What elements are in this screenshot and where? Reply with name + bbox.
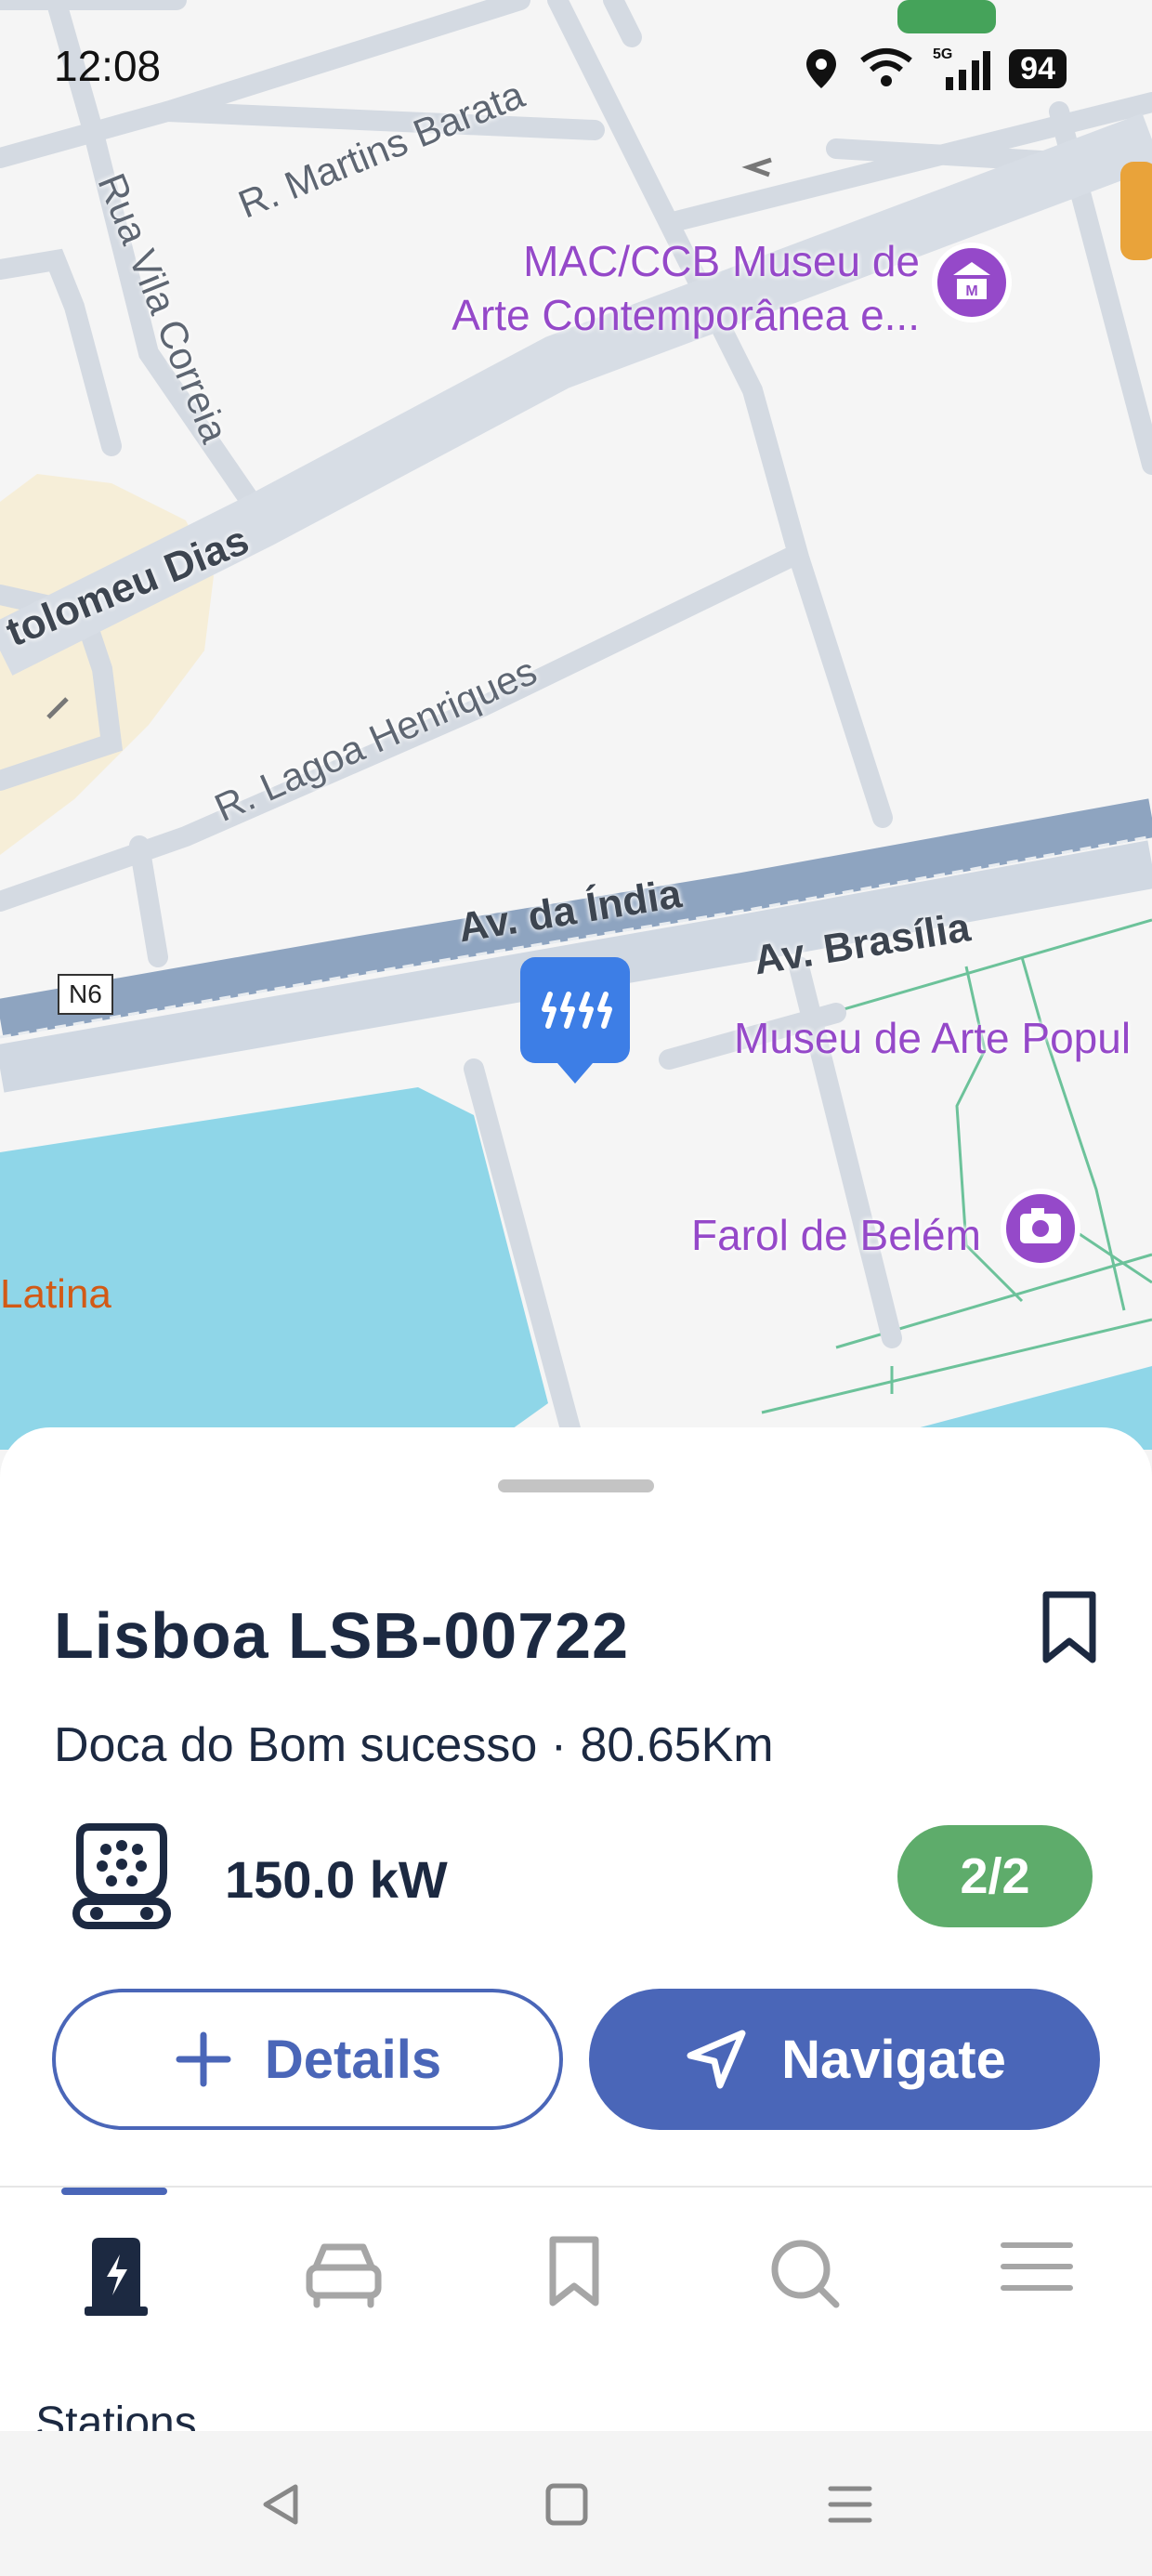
tab-menu[interactable]: [962, 2234, 1111, 2364]
system-navigation-bar: [0, 2431, 1152, 2576]
station-name: Lisboa LSB-00722: [54, 1599, 629, 1672]
sheet-drag-handle[interactable]: [498, 1479, 654, 1492]
wifi-icon: [860, 48, 912, 86]
navigate-button-label: Navigate: [781, 2029, 1006, 2090]
svg-text:5G: 5G: [933, 46, 952, 62]
home-icon[interactable]: [544, 2481, 589, 2528]
poi-label-latina: Latina: [0, 1271, 111, 1317]
tab-search[interactable]: [730, 2234, 879, 2364]
back-icon[interactable]: [258, 2481, 303, 2528]
car-icon: [306, 2243, 382, 2308]
signal-icon: 5G: [933, 46, 991, 90]
recents-icon[interactable]: [827, 2481, 873, 2528]
tab-vehicles[interactable]: [269, 2234, 418, 2364]
poi-label-mac-ccb[interactable]: MAC/CCB Museu de Arte Contemporânea e...: [452, 234, 920, 342]
navigation-arrow-icon: [687, 2030, 746, 2089]
status-icons: 5G 94: [803, 43, 1067, 95]
bookmark-icon[interactable]: [1029, 1587, 1109, 1667]
svg-text:M: M: [965, 283, 977, 299]
search-icon: [771, 2240, 840, 2308]
location-icon: [806, 49, 837, 88]
poi-label-line: MAC/CCB Museu de: [523, 237, 920, 285]
ccs-connector-icon: [72, 1823, 171, 1929]
station-power: 150.0 kW: [225, 1850, 448, 1909]
camera-icon: [1001, 1189, 1080, 1268]
menu-icon: [1001, 2242, 1073, 2291]
station-location: Doca do Bom sucesso · 80.65Km: [54, 1718, 774, 1772]
charging-station-icon: [85, 2238, 148, 2316]
battery-indicator: 94: [1009, 49, 1067, 88]
bottom-tab-bar: Stations: [0, 2186, 1152, 2448]
status-time: 12:08: [54, 42, 162, 90]
plus-icon: [176, 2031, 231, 2087]
road-number-badge: N6: [58, 974, 113, 1015]
details-button[interactable]: Details: [52, 1989, 563, 2130]
navigate-button[interactable]: Navigate: [589, 1989, 1100, 2130]
details-button-label: Details: [264, 2029, 442, 2090]
active-tab-indicator: [61, 2188, 167, 2195]
availability-badge: 2/2: [897, 1825, 1093, 1927]
tab-stations[interactable]: Stations: [35, 2234, 197, 2448]
poi-label-line: Arte Contemporânea e...: [452, 291, 920, 339]
museum-icon: M: [932, 243, 1012, 322]
poi-label-farol-belem[interactable]: Farol de Belém: [691, 1208, 981, 1262]
map-view[interactable]: M 12:08 5G 94 R. Martins Barata Rua Vila…: [0, 0, 1152, 1450]
charging-station-marker-icon: [520, 957, 630, 1084]
bookmark-icon: [549, 2236, 599, 2307]
tab-saved[interactable]: [500, 2234, 648, 2364]
poi-label-museu-arte-popular[interactable]: Museu de Arte Popul: [734, 1011, 1131, 1065]
